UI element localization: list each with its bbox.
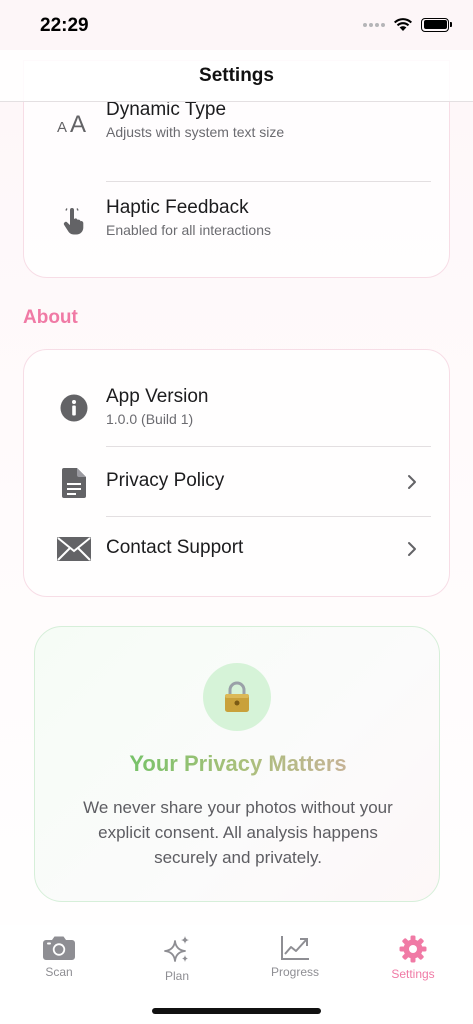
tab-plan[interactable]: Plan (137, 935, 217, 983)
tab-label: Progress (270, 965, 320, 979)
battery-icon (421, 17, 452, 32)
about-card: App Version 1.0.0 (Build 1) Privacy Poli… (23, 349, 450, 597)
page-title: Settings (199, 64, 274, 86)
text-size-icon: A A (56, 111, 92, 135)
divider (106, 446, 431, 447)
privacy-body: We never share your photos without your … (83, 798, 393, 867)
row-title: Haptic Feedback (106, 197, 249, 218)
row-title: Privacy Policy (106, 470, 225, 491)
document-icon (56, 468, 92, 498)
camera-icon (43, 936, 75, 960)
status-indicators (363, 17, 452, 32)
wifi-icon (394, 18, 412, 31)
navigation-bar: Settings (0, 50, 473, 102)
section-header-about: About (23, 307, 78, 328)
info-icon (56, 394, 92, 422)
lock-icon-container (203, 663, 271, 731)
home-indicator (152, 1008, 321, 1014)
chart-line-icon (281, 936, 309, 960)
row-title: Contact Support (106, 537, 244, 558)
tab-progress[interactable]: Progress (255, 935, 335, 979)
row-title: App Version (106, 386, 209, 407)
lock-icon (225, 681, 249, 712)
status-bar: 22:29 (0, 0, 473, 50)
divider (106, 516, 431, 517)
hand-tap-icon (56, 207, 92, 235)
envelope-icon (56, 537, 92, 561)
chevron-right-icon (407, 541, 417, 562)
svg-text:A: A (57, 119, 67, 135)
privacy-title: Your Privacy Matters (35, 751, 441, 777)
tab-settings[interactable]: Settings (373, 935, 453, 981)
row-subtitle: Enabled for all interactions (106, 222, 271, 238)
privacy-card: Your Privacy Matters We never share your… (34, 626, 440, 902)
gear-icon (399, 935, 427, 963)
tab-label: Settings (391, 967, 435, 981)
svg-text:A: A (70, 111, 86, 135)
cellular-signal-icon (363, 22, 385, 27)
row-subtitle: Adjusts with system text size (106, 124, 285, 140)
chevron-right-icon (407, 474, 417, 495)
tab-scan[interactable]: Scan (19, 935, 99, 979)
row-title: Dynamic Type (106, 99, 227, 120)
row-subtitle: 1.0.0 (Build 1) (106, 411, 194, 427)
tab-label: Scan (45, 965, 73, 979)
tab-label: Plan (164, 969, 190, 983)
divider (106, 181, 431, 182)
sparkles-icon (164, 936, 189, 962)
status-time: 22:29 (40, 15, 89, 36)
